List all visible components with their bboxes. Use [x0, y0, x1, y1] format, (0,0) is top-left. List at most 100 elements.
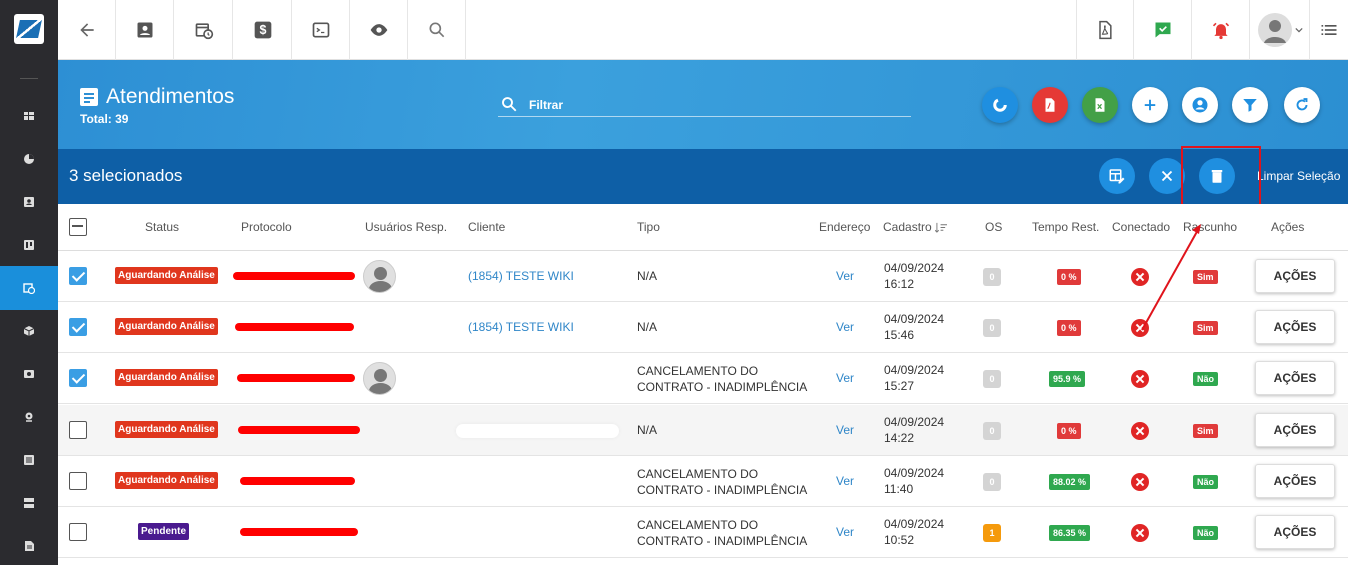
sidebar-item-money[interactable] — [0, 352, 58, 396]
acoes-button[interactable]: AÇÕES — [1255, 413, 1335, 447]
export-pdf-button[interactable] — [1032, 87, 1068, 123]
cadastro-date: 04/09/2024 — [884, 517, 945, 531]
sidebar-item-list[interactable] — [0, 438, 58, 482]
terminal-icon — [312, 22, 329, 38]
cancel-selection-button[interactable] — [1149, 158, 1185, 194]
schedule-button[interactable] — [175, 0, 233, 60]
back-button[interactable] — [58, 0, 116, 60]
refresh-button[interactable] — [1284, 87, 1320, 123]
col-acoes[interactable]: Ações — [1271, 220, 1304, 234]
endereco-link[interactable]: Ver — [836, 524, 854, 540]
row-checkbox[interactable] — [69, 523, 87, 541]
sidebar-item-server[interactable] — [0, 481, 58, 525]
row-checkbox[interactable] — [69, 267, 87, 285]
endereco-link[interactable]: Ver — [836, 370, 854, 386]
disconnected-icon — [1131, 268, 1149, 286]
acoes-button[interactable]: AÇÕES — [1255, 361, 1335, 395]
sidebar-item-contact-card[interactable] — [0, 180, 58, 224]
row-checkbox[interactable] — [69, 369, 87, 387]
col-tempo[interactable]: Tempo Rest. — [1032, 220, 1099, 234]
app-logo[interactable] — [14, 14, 44, 44]
endereco-link[interactable]: Ver — [836, 319, 854, 335]
cliente-link[interactable]: (1854) TESTE WIKI — [468, 319, 574, 335]
sidebar-item-pie-chart[interactable] — [0, 137, 58, 181]
endereco-link[interactable]: Ver — [836, 268, 854, 284]
messages-button[interactable] — [1134, 0, 1192, 60]
map-pin-icon — [25, 412, 33, 422]
col-conectado[interactable]: Conectado — [1112, 220, 1170, 234]
clear-selection-link[interactable]: Limpar Seleção — [1257, 169, 1340, 183]
col-endereco[interactable]: Endereço — [819, 220, 870, 234]
pdf-icon — [1045, 98, 1055, 112]
page-title: Atendimentos — [80, 85, 234, 109]
sidebar-divider — [20, 78, 38, 79]
tempo-badge: 88.02 % — [1049, 474, 1091, 490]
rascunho-badge: Não — [1193, 372, 1219, 386]
filter-input[interactable] — [529, 97, 889, 112]
plus-icon — [1144, 99, 1156, 111]
menu-button[interactable] — [1310, 0, 1348, 60]
pdf-file-icon — [1099, 20, 1112, 40]
table-row[interactable]: Aguardando Análise (1854) TESTE WIKI N/A Ve… — [58, 251, 1348, 302]
filter-button[interactable] — [1232, 87, 1268, 123]
redacted-protocolo — [233, 272, 355, 280]
row-checkbox[interactable] — [69, 472, 87, 490]
col-cadastro[interactable]: Cadastro — [883, 220, 948, 234]
acoes-button[interactable]: AÇÕES — [1255, 515, 1335, 549]
row-checkbox[interactable] — [69, 421, 87, 439]
acoes-button[interactable]: AÇÕES — [1255, 259, 1335, 293]
cadastro-time: 14:22 — [884, 431, 915, 445]
finance-button[interactable]: $ — [234, 0, 292, 60]
col-cliente[interactable]: Cliente — [468, 220, 505, 234]
alarm-button[interactable] — [1192, 0, 1250, 60]
table-row[interactable]: Aguardando Análise CANCELAMENTO DO CONTRAT… — [58, 456, 1348, 507]
table-row[interactable]: Aguardando Análise CANCELAMENTO DO CONTRAT… — [58, 353, 1348, 404]
terminal-button[interactable] — [292, 0, 350, 60]
col-status[interactable]: Status — [145, 220, 179, 234]
add-button[interactable] — [1132, 87, 1168, 123]
col-rascunho[interactable]: Rascunho — [1183, 220, 1237, 234]
row-checkbox[interactable] — [69, 318, 87, 336]
cadastro-date: 04/09/2024 — [884, 466, 945, 480]
contacts-button[interactable] — [116, 0, 174, 60]
export-excel-button[interactable] — [1082, 87, 1118, 123]
table-row[interactable]: Aguardando Análise (1854) TESTE WIKI N/A Ve… — [58, 302, 1348, 353]
selection-bar: 3 selecionados Limpar Seleção — [58, 149, 1348, 204]
cadastro-cell: 04/09/2024 15:27 — [884, 362, 944, 394]
sidebar-item-kanban[interactable] — [0, 223, 58, 267]
cadastro-time: 15:46 — [884, 328, 915, 342]
bulk-edit-button[interactable] — [1099, 158, 1135, 194]
acoes-button[interactable]: AÇÕES — [1255, 464, 1335, 498]
endereco-link[interactable]: Ver — [836, 422, 854, 438]
rascunho-badge: Sim — [1193, 321, 1218, 335]
sidebar-item-calendar-clock[interactable] — [0, 266, 58, 310]
sidebar-item-map-pin[interactable] — [0, 395, 58, 439]
select-all-checkbox[interactable] — [69, 218, 87, 236]
table-row[interactable]: Aguardando Análise N/A Ver 04/09/2024 14:22 0… — [58, 405, 1348, 456]
cliente-link[interactable]: (1854) TESTE WIKI — [468, 268, 574, 284]
sidebar-item-dashboard[interactable] — [0, 94, 58, 138]
acoes-button[interactable]: AÇÕES — [1255, 310, 1335, 344]
filter-field[interactable] — [498, 93, 911, 117]
col-protocolo[interactable]: Protocolo — [241, 220, 292, 234]
stats-button[interactable] — [982, 87, 1018, 123]
col-tipo[interactable]: Tipo — [637, 220, 660, 234]
sidebar-item-document[interactable] — [0, 524, 58, 568]
col-usuarios[interactable]: Usuários Resp. — [365, 220, 447, 234]
user-menu-button[interactable] — [1250, 0, 1310, 60]
sidebar-item-box[interactable] — [0, 309, 58, 353]
back-arrow-icon — [79, 23, 94, 37]
col-os[interactable]: OS — [985, 220, 1002, 234]
endereco-link[interactable]: Ver — [836, 473, 854, 489]
disconnected-icon — [1131, 524, 1149, 542]
rascunho-badge: Sim — [1193, 424, 1218, 438]
table-header: Status Protocolo Usuários Resp. Cliente … — [58, 204, 1348, 251]
pdf-export-button[interactable] — [1076, 0, 1134, 60]
user-filter-button[interactable] — [1182, 87, 1218, 123]
avatar — [363, 260, 396, 293]
refresh-icon — [1296, 98, 1308, 111]
view-button[interactable] — [350, 0, 408, 60]
dollar-icon: $ — [254, 21, 271, 39]
table-row[interactable]: Pendente CANCELAMENTO DO CONTRATO - INADIM… — [58, 507, 1348, 558]
search-button[interactable] — [408, 0, 466, 60]
